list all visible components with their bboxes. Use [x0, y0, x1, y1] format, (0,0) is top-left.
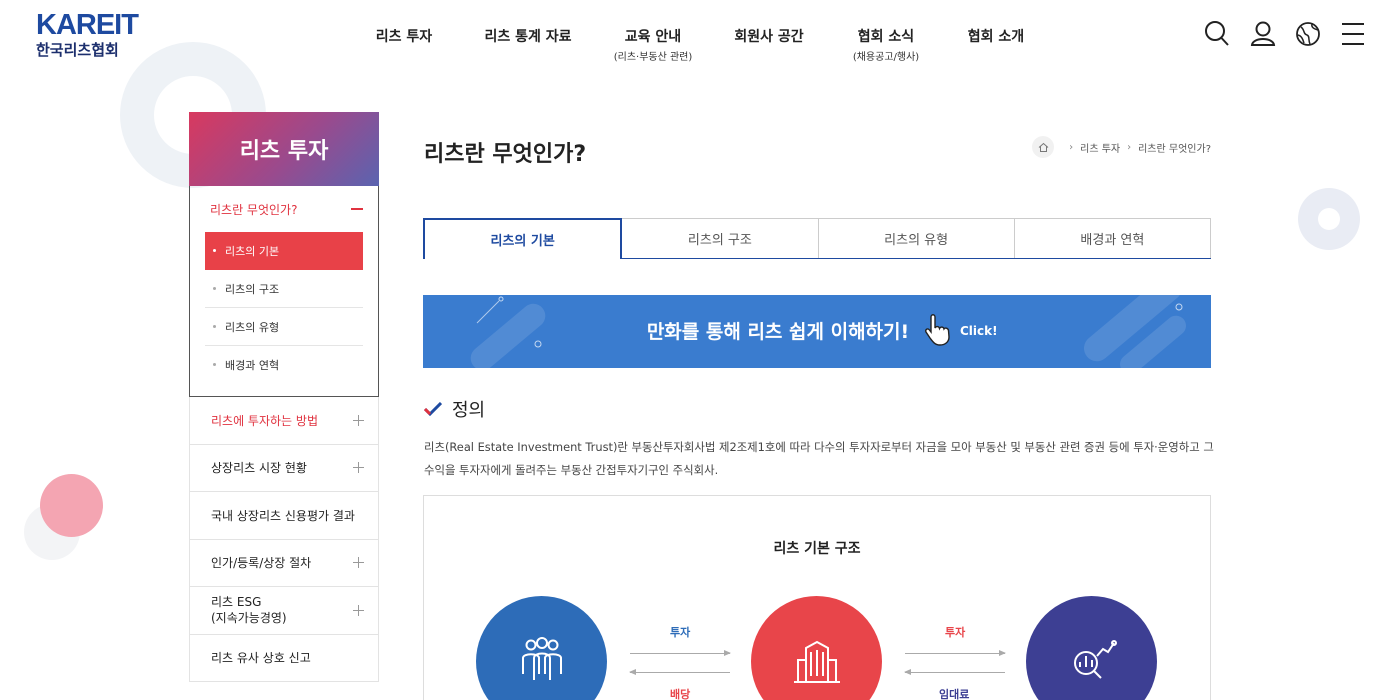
chevron-right-icon: ›: [1069, 141, 1074, 153]
tab-structure[interactable]: 리츠의 구조: [622, 218, 819, 258]
arrow-right: [630, 650, 731, 656]
arrow-label-dividend: 배당: [670, 688, 691, 700]
reits-node: [751, 596, 882, 700]
decorative-circle-right: [1298, 188, 1360, 250]
diagram-title: 리츠 기본 구조: [773, 541, 861, 557]
arrow-label-invest-1: 투자: [670, 626, 691, 639]
menu-icon[interactable]: [1340, 20, 1366, 48]
tab-basics[interactable]: 리츠의 기본: [423, 218, 623, 259]
chevron-right-icon: ›: [1127, 141, 1132, 153]
sidebar: 리츠 투자 리츠란 무엇인가? 리츠의 기본 리츠의 구조 리츠의 유형 배경과…: [189, 112, 379, 682]
investors-node: [476, 596, 607, 700]
breadcrumb-item[interactable]: 리츠 투자: [1080, 140, 1120, 155]
nav-label: 교육 안내: [624, 29, 682, 45]
nav-label: 회원사 공간: [734, 29, 804, 45]
sidebar-subitem-types[interactable]: 리츠의 유형: [205, 308, 363, 346]
section-title-text: 정의: [452, 400, 486, 421]
section-title: 정의: [424, 396, 485, 422]
arrow-right: [905, 650, 1006, 656]
sidebar-item-label-line1: 리츠 ESG: [211, 595, 262, 610]
sidebar-item-label: 인가/등록/상장 절차: [211, 556, 312, 571]
expand-icon: [353, 462, 364, 474]
nav-reits-invest[interactable]: 리츠 투자: [376, 26, 432, 46]
sidebar-item-similar-name-report[interactable]: 리츠 유사 상호 신고: [189, 634, 379, 682]
sidebar-title: 리츠 투자: [239, 139, 329, 164]
search-icon[interactable]: [1204, 20, 1230, 48]
nav-about[interactable]: 협회 소개: [968, 26, 1024, 46]
sidebar-item-label: 상장리츠 시장 현황: [211, 461, 307, 476]
arrow-left: [629, 669, 730, 675]
logo-ko: 한국리츠협회: [36, 41, 119, 59]
tab-types[interactable]: 리츠의 유형: [818, 218, 1015, 258]
site-logo[interactable]: KAREIT 한국리츠협회: [36, 9, 139, 59]
sidebar-item-market-status[interactable]: 상장리츠 시장 현황: [189, 444, 379, 492]
sidebar-subitem-basics[interactable]: 리츠의 기본: [205, 232, 363, 270]
sidebar-item-label: 리츠 ESG (지속가능경영): [211, 594, 287, 626]
logo-en: KAREIT: [36, 9, 139, 41]
sidebar-item-label-line2: (지속가능경영): [211, 611, 287, 626]
decorative-circle-pink: [40, 474, 103, 537]
expand-icon: [353, 604, 364, 616]
nav-news[interactable]: 협회 소식 (채용공고/행사): [853, 26, 919, 63]
sidebar-item-listing-procedure[interactable]: 인가/등록/상장 절차: [189, 539, 379, 587]
breadcrumb: › 리츠 투자 › 리츠란 무엇인가?: [1032, 136, 1211, 158]
sidebar-item-esg[interactable]: 리츠 ESG (지속가능경영): [189, 587, 379, 635]
sidebar-subitem-structure[interactable]: 리츠의 구조: [205, 270, 363, 308]
nav-reits-stats[interactable]: 리츠 통계 자료: [484, 26, 571, 46]
analytics-icon: [1073, 640, 1117, 679]
sidebar-item-label: 리츠란 무엇인가?: [210, 202, 298, 217]
home-icon[interactable]: [1032, 136, 1055, 158]
site-header: KAREIT 한국리츠협회 리츠 투자 리츠 통계 자료 교육 안내 (리츠·부…: [0, 0, 1400, 68]
definition-text: 리츠(Real Estate Investment Trust)란 부동산투자회…: [424, 440, 1214, 477]
tab-history[interactable]: 배경과 연혁: [1014, 218, 1211, 258]
content-tabs: 리츠의 기본 리츠의 구조 리츠의 유형 배경과 연혁: [423, 218, 1211, 259]
expand-icon: [353, 414, 364, 426]
banner-text: 만화를 통해 리츠 쉽게 이해하기!: [646, 321, 910, 343]
checkmark-icon: [424, 402, 442, 416]
arrow-left: [904, 669, 1005, 675]
investors-icon: [521, 637, 562, 680]
collapse-icon: [351, 208, 363, 210]
nav-label: 리츠 투자: [375, 29, 433, 45]
sidebar-item-how-to-invest[interactable]: 리츠에 투자하는 방법: [189, 397, 379, 445]
building-icon: [793, 640, 840, 683]
nav-label: 협회 소개: [967, 29, 1025, 45]
sidebar-open-section: 리츠란 무엇인가? 리츠의 기본 리츠의 구조 리츠의 유형 배경과 연혁: [189, 186, 379, 397]
sidebar-item-label: 국내 상장리츠 신용평가 결과: [211, 508, 355, 523]
sidebar-item-label: 리츠 유사 상호 신고: [211, 651, 311, 666]
banner-dot: [1175, 303, 1183, 311]
pointer-hand-icon: [925, 314, 950, 346]
nav-label: 협회 소식: [857, 29, 915, 45]
nav-label: 리츠 통계 자료: [484, 29, 572, 45]
expand-icon: [353, 557, 364, 569]
page-title: 리츠란 무엇인가?: [424, 142, 587, 167]
user-icon[interactable]: [1250, 20, 1276, 48]
comic-banner[interactable]: 만화를 통해 리츠 쉽게 이해하기! Click!: [423, 295, 1211, 368]
nav-members[interactable]: 회원사 공간: [734, 26, 803, 46]
arrow-label-invest-2: 투자: [945, 626, 966, 639]
globe-icon[interactable]: [1295, 20, 1321, 48]
breadcrumb-current: 리츠란 무엇인가?: [1138, 143, 1211, 155]
real-estate-node: [1026, 596, 1157, 700]
reits-structure-diagram: 리츠 기본 구조 투자 배당 투자 임대료: [423, 495, 1211, 700]
sidebar-item-what-is-reits[interactable]: 리츠란 무엇인가?: [205, 186, 363, 232]
sidebar-subitem-history[interactable]: 배경과 연혁: [205, 346, 363, 384]
sidebar-item-label: 리츠에 투자하는 방법: [211, 413, 318, 428]
banner-click-label: Click!: [960, 324, 998, 338]
sidebar-item-credit-rating[interactable]: 국내 상장리츠 신용평가 결과: [189, 492, 379, 540]
nav-sublabel: (리츠·부동산 관련): [613, 52, 693, 63]
arrow-label-rent: 임대료: [939, 688, 970, 700]
nav-education[interactable]: 교육 안내 (리츠·부동산 관련): [614, 26, 693, 63]
nav-sublabel: (채용공고/행사): [852, 52, 920, 63]
sidebar-header: 리츠 투자: [189, 112, 379, 186]
